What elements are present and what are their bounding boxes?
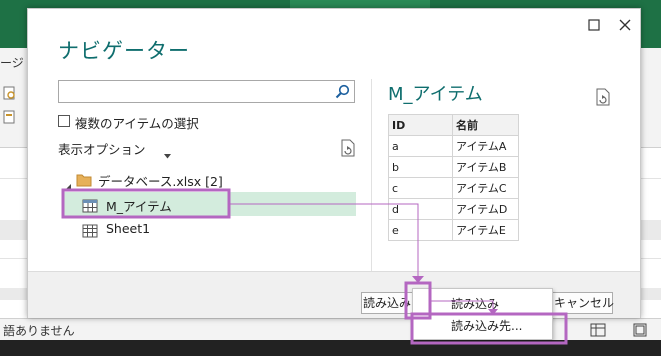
multi-select-option[interactable]: 複数のアイテムの選択 [58, 113, 218, 131]
tree-item-label: Sheet1 [106, 221, 151, 236]
dialog-title: ナビゲーター [58, 39, 190, 63]
preview-title: M_アイテム [388, 84, 483, 105]
status-text: 語ありません [3, 324, 75, 338]
navigator-dialog: ナビゲーター 複数のアイテムの選択 表示オプション データベース.xlsx [2… [27, 8, 641, 318]
table-cell: アイテムA [452, 135, 519, 157]
connections-icon [2, 110, 16, 124]
table-row: c アイテムC [388, 177, 519, 199]
table-cell: アイテムD [452, 198, 519, 220]
refresh-icon[interactable] [340, 139, 356, 157]
table-icon [82, 198, 98, 213]
table-row: b アイテムB [388, 156, 519, 178]
excel-ribbon-label: ージ [0, 56, 24, 70]
query-icon [2, 86, 16, 100]
display-options-label: 表示オプション [58, 142, 146, 157]
table-row: e アイテムE [388, 219, 519, 241]
table-cell: アイテムE [452, 219, 519, 241]
sheet-icon [82, 223, 98, 238]
column-header: 名前 [452, 114, 519, 136]
multi-select-label: 複数のアイテムの選択 [75, 116, 199, 131]
table-cell: e [388, 219, 453, 241]
normal-view-icon[interactable] [590, 322, 606, 337]
folder-icon [76, 172, 92, 187]
tree-folder-label: データベース.xlsx [2] [98, 174, 223, 189]
menu-item-load-to[interactable]: 読み込み先... [413, 315, 552, 337]
search-input[interactable] [58, 80, 355, 103]
taskbar [0, 340, 661, 356]
column-header: ID [388, 114, 453, 136]
preview-table: ID 名前 a アイテムA b アイテムB c アイテムC d アイテムD e [388, 114, 519, 241]
table-cell: a [388, 135, 453, 157]
multi-select-checkbox[interactable] [58, 115, 70, 127]
table-cell: アイテムB [452, 156, 519, 178]
table-cell: d [388, 198, 453, 220]
load-dropdown-menu: 読み込み 読み込み先... [412, 288, 553, 340]
display-options-button[interactable]: 表示オプション [58, 139, 171, 159]
table-row: a アイテムA [388, 135, 519, 157]
search-icon[interactable] [335, 84, 350, 99]
tree-item-sheet1[interactable]: Sheet1 [82, 219, 282, 241]
menu-item-load[interactable]: 読み込み [413, 293, 552, 315]
expand-triangle-icon[interactable] [64, 176, 72, 190]
preview-refresh-icon[interactable] [595, 88, 611, 106]
load-button[interactable]: 読み込み [361, 292, 413, 314]
tree-item-label: M_アイテム [106, 199, 172, 214]
table-cell: b [388, 156, 453, 178]
table-cell: アイテムC [452, 177, 519, 199]
table-header-row: ID 名前 [388, 114, 519, 136]
chevron-down-icon [164, 144, 171, 159]
pane-divider [371, 79, 372, 274]
table-cell: c [388, 177, 453, 199]
table-row: d アイテムD [388, 198, 519, 220]
close-icon[interactable] [617, 17, 633, 33]
page-layout-icon[interactable] [632, 322, 648, 337]
excel-status-bar: 語ありません [0, 318, 661, 340]
tree-folder[interactable]: データベース.xlsx [2] [64, 171, 264, 190]
maximize-icon[interactable] [586, 17, 602, 33]
tree-item-m-item[interactable]: M_アイテム [82, 194, 282, 216]
